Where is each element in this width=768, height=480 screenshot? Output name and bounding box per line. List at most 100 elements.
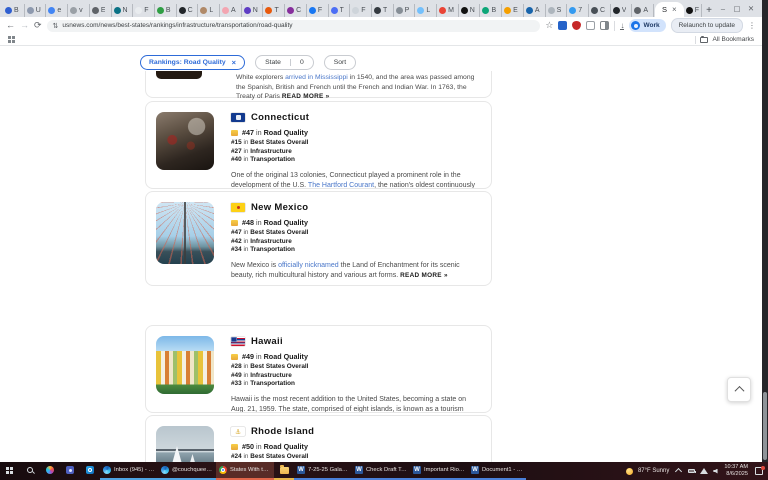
browser-tab[interactable]: N	[242, 4, 264, 17]
ranking-filter-chip[interactable]: Rankings: Road Quality ×	[140, 55, 245, 70]
browser-tab[interactable]: N	[459, 4, 481, 17]
active-tab[interactable]: S ×	[655, 2, 684, 17]
back-to-top-button[interactable]	[727, 377, 751, 402]
reload-icon[interactable]: ⟳	[34, 21, 42, 30]
taskbar-app-teams-button[interactable]	[60, 462, 80, 480]
taskbar-app-word[interactable]: 7-25-25 Gala Info.d...	[294, 462, 352, 480]
tab-favicon	[569, 7, 576, 14]
browser-tab[interactable]: M	[437, 4, 459, 17]
browser-tab[interactable]: A	[524, 4, 546, 17]
browser-tab[interactable]: F	[350, 4, 372, 17]
sort-chip[interactable]: Sort	[324, 55, 356, 70]
scrollbar-track[interactable]	[762, 0, 768, 462]
read-more-link[interactable]: READ MORE »	[282, 93, 330, 100]
browser-tab[interactable]: E	[90, 4, 112, 17]
browser-tab[interactable]: L	[415, 4, 437, 17]
state-thumbnail[interactable]	[156, 336, 214, 394]
taskbar-app-start-button[interactable]	[0, 462, 20, 480]
extension-icon-1[interactable]	[558, 21, 567, 30]
volume-icon[interactable]	[713, 469, 719, 474]
action-center-icon[interactable]	[755, 467, 763, 475]
taskbar-app-chrome[interactable]: States With the Bes...	[216, 462, 274, 480]
state-name-link[interactable]: New Mexico	[251, 202, 308, 213]
extension-icon-2[interactable]	[586, 21, 595, 30]
taskbar-app-folder-button[interactable]	[274, 462, 294, 480]
state-name-link[interactable]: Hawaii	[251, 336, 283, 347]
browser-tab[interactable]: F	[307, 4, 329, 17]
taskbar-app-copilot-button[interactable]	[40, 462, 60, 480]
tab-close-icon[interactable]: ×	[672, 6, 677, 14]
forward-icon[interactable]: →	[20, 21, 29, 30]
weather-label[interactable]: 87°F Sunny	[638, 468, 669, 474]
browser-tab[interactable]: T	[263, 4, 285, 17]
browser-tab[interactable]: V	[611, 4, 633, 17]
state-filter-label[interactable]: State	[256, 59, 290, 66]
network-icon[interactable]	[700, 468, 708, 474]
desc-inline-link[interactable]: The Hartford Courant	[308, 182, 374, 189]
battery-icon[interactable]	[688, 469, 695, 473]
extension-shield-icon[interactable]	[572, 21, 581, 30]
maximize-button[interactable]: ▢	[730, 0, 744, 17]
browser-tab[interactable]: T	[372, 4, 394, 17]
taskbar-app-word[interactable]: Important Rio Gran...	[410, 462, 468, 480]
browser-tab[interactable]: B	[3, 4, 25, 17]
minimize-button[interactable]: –	[716, 0, 730, 17]
browser-tab[interactable]: 7	[567, 4, 589, 17]
browser-tab[interactable]: P	[394, 4, 416, 17]
all-bookmarks-button[interactable]: All Bookmarks	[712, 36, 754, 43]
back-icon[interactable]: ←	[6, 21, 15, 30]
browser-tab[interactable]: C	[589, 4, 611, 17]
browser-tab[interactable]: F	[684, 4, 702, 17]
bookmark-star-icon[interactable]: ☆	[545, 21, 553, 30]
medal-icon	[231, 354, 238, 360]
browser-tab[interactable]: B	[155, 4, 177, 17]
taskbar-clock[interactable]: 10:37 AM 8/6/2025	[724, 464, 748, 477]
state-name-link[interactable]: Rhode Island	[251, 426, 314, 437]
scrollbar-thumb[interactable]	[763, 392, 767, 460]
taskbar-app-edge[interactable]: @couchqueenie on...	[158, 462, 216, 480]
taskbar-app-outlook-button[interactable]	[80, 462, 100, 480]
browser-menu-icon[interactable]: ⋮	[748, 21, 756, 30]
weather-sun-icon[interactable]	[626, 468, 633, 475]
outlook-icon	[86, 466, 94, 474]
browser-tab[interactable]: A	[220, 4, 242, 17]
profile-chip[interactable]: Work	[629, 19, 665, 32]
tray-chevron-up-icon[interactable]	[675, 467, 682, 474]
taskbar-app-search-button[interactable]	[20, 462, 40, 480]
site-info-icon[interactable]: ⇅	[53, 22, 59, 30]
downloads-icon[interactable]: ↓	[620, 22, 624, 30]
partial-inline-link[interactable]: arrived in Mississippi	[285, 74, 348, 81]
browser-tab[interactable]: E	[502, 4, 524, 17]
state-name-link[interactable]: Connecticut	[251, 112, 309, 123]
browser-tab[interactable]: B	[480, 4, 502, 17]
address-bar[interactable]: ⇅ usnews.com/news/best-states/rankings/i…	[47, 20, 541, 32]
browser-tab[interactable]: F	[133, 4, 155, 17]
browser-tab[interactable]: N	[112, 4, 134, 17]
browser-tab[interactable]: A	[632, 4, 654, 17]
browser-tab[interactable]: e	[46, 4, 68, 17]
desc-inline-link[interactable]: officially nicknamed	[278, 262, 339, 269]
chip-close-icon[interactable]: ×	[232, 58, 236, 67]
tab-favicon	[92, 7, 99, 14]
new-tab-button[interactable]: +	[702, 4, 716, 17]
taskbar-app-word[interactable]: Check Draft Templa...	[352, 462, 410, 480]
state-thumbnail[interactable]	[156, 112, 214, 170]
taskbar-app-edge[interactable]: Inbox (945) - gessin...	[100, 462, 158, 480]
browser-tab[interactable]: C	[177, 4, 199, 17]
browser-tab[interactable]: C	[285, 4, 307, 17]
side-panel-icon[interactable]	[600, 21, 609, 30]
browser-tab[interactable]: L	[198, 4, 220, 17]
close-button[interactable]: ✕	[744, 0, 758, 17]
primary-rank-number: #50	[242, 442, 254, 451]
browser-tab[interactable]: U	[25, 4, 47, 17]
relaunch-to-update-button[interactable]: Relaunch to update	[671, 18, 743, 33]
browser-tab[interactable]: v	[68, 4, 90, 17]
browser-tab[interactable]: T	[329, 4, 351, 17]
state-thumbnail[interactable]	[156, 426, 214, 462]
state-thumbnail[interactable]	[156, 202, 214, 264]
apps-grid-icon[interactable]	[8, 36, 11, 39]
state-filter-chip[interactable]: State 0	[255, 55, 314, 70]
browser-tab[interactable]: S	[546, 4, 568, 17]
taskbar-app-word[interactable]: Document1 - Word	[468, 462, 526, 480]
read-more-link[interactable]: READ MORE »	[400, 272, 448, 279]
